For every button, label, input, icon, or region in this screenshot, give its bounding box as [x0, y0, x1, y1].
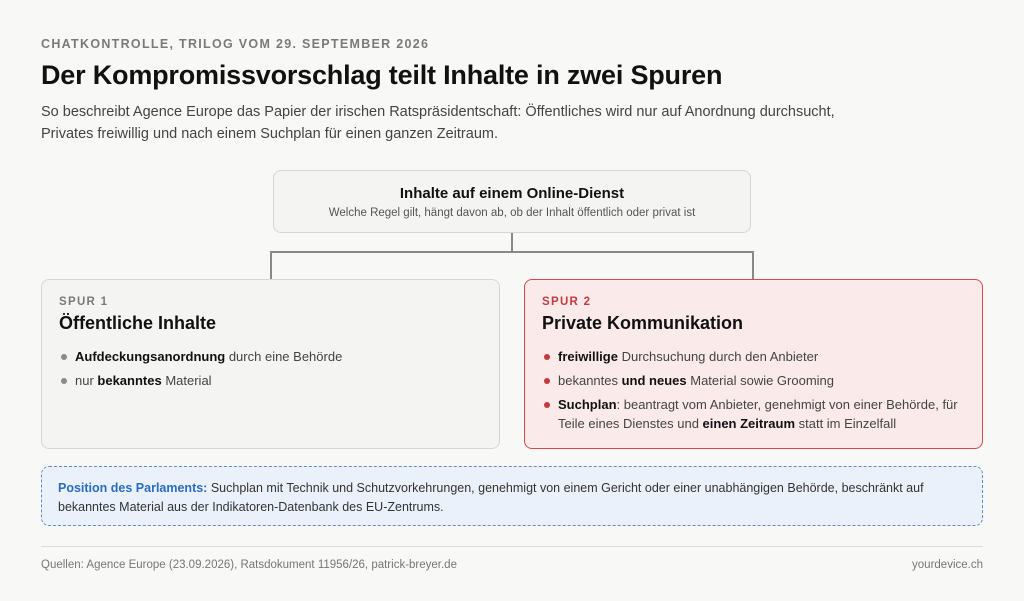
list-item: Aufdeckungsanordnung durch eine Behörde: [59, 347, 482, 366]
footer-sources: Quellen: Agence Europe (23.09.2026), Rat…: [41, 559, 457, 571]
parliament-position-note: Position des Parlaments: Suchplan mit Te…: [41, 466, 983, 526]
connector-stem: [511, 233, 513, 252]
item-bold: freiwillige: [558, 349, 618, 364]
root-node-subtitle: Welche Regel gilt, hängt davon ab, ob de…: [328, 207, 696, 219]
root-node-title: Inhalte auf einem Online-Dienst: [399, 185, 625, 202]
lane-list: freiwillige Durchsuchung durch den Anbie…: [542, 347, 965, 433]
root-node: Inhalte auf einem Online-Dienst Welche R…: [273, 170, 751, 233]
list-item: freiwillige Durchsuchung durch den Anbie…: [542, 347, 965, 366]
bullet-dot-icon: [544, 378, 550, 384]
list-item: nur bekanntes Material: [59, 371, 482, 390]
lane-title: Öffentliche Inhalte: [59, 313, 217, 333]
lane-label: SPUR 1: [59, 296, 109, 308]
lane-public: SPUR 1 Öffentliche Inhalte Aufdeckungsan…: [41, 279, 500, 449]
page-title: Der Kompromissvorschlag teilt Inhalte in…: [41, 60, 723, 90]
item-text: durch eine Behörde: [225, 349, 343, 364]
bullet-dot-icon: [61, 354, 67, 360]
page-subtitle: So beschreibt Agence Europe das Papier d…: [41, 104, 835, 142]
item-bold: Suchplan: [558, 397, 617, 412]
lane-label: SPUR 2: [542, 296, 592, 308]
item-text: statt im Einzelfall: [795, 416, 897, 431]
item-text: bekanntes: [558, 373, 622, 388]
bullet-dot-icon: [61, 378, 67, 384]
item-text: nur: [75, 373, 98, 388]
connector-bar: [270, 251, 754, 253]
item-bold: Aufdeckungsanordnung: [75, 349, 226, 364]
note-label: Position des Parlaments:: [58, 481, 208, 495]
lane-private: SPUR 2 Private Kommunikation freiwillige…: [524, 279, 983, 449]
connector-left: [270, 251, 272, 279]
item-bold: bekanntes: [97, 373, 162, 388]
item-bold: einen Zeitraum: [702, 416, 795, 431]
item-text: Material: [161, 373, 212, 388]
footer-divider: [41, 546, 983, 547]
lane-list: Aufdeckungsanordnung durch eine Behörde …: [59, 347, 482, 390]
bullet-dot-icon: [544, 354, 550, 360]
bullet-dot-icon: [544, 402, 550, 408]
item-bold: und neues: [621, 373, 687, 388]
item-text: Durchsuchung durch den Anbieter: [617, 349, 819, 364]
footer-brand: yourdevice.ch: [912, 559, 983, 571]
list-item: Suchplan: beantragt vom Anbieter, genehm…: [542, 395, 965, 433]
item-text: Material sowie Grooming: [686, 373, 835, 388]
list-item: bekanntes und neues Material sowie Groom…: [542, 371, 965, 390]
connector-right: [752, 251, 754, 279]
kicker: CHATKONTROLLE, TRILOG VOM 29. SEPTEMBER …: [41, 37, 430, 51]
lane-title: Private Kommunikation: [542, 313, 744, 333]
